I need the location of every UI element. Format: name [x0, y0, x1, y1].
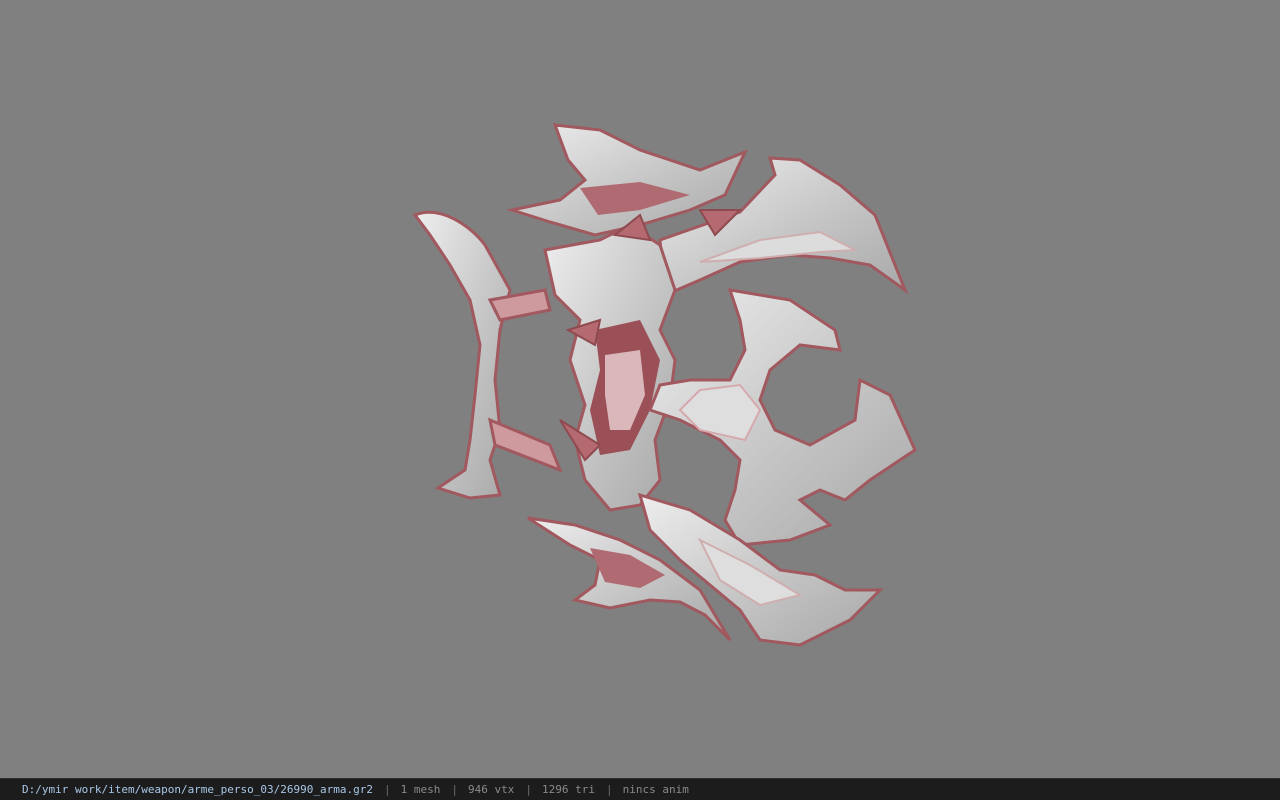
triangle-count-label: 1296 tri — [541, 783, 595, 796]
vertex-count-label: 946 vtx — [468, 783, 515, 796]
status-bar: D:/ymir work/item/weapon/arme_perso_03/2… — [0, 778, 1280, 800]
file-path-label: D:/ymir work/item/weapon/arme_perso_03/2… — [22, 783, 373, 796]
animation-status-label: nincs anim — [622, 783, 689, 796]
weapon-model — [412, 123, 917, 647]
mesh-count-label: 1 mesh — [400, 783, 441, 796]
status-separator: | — [605, 783, 613, 796]
central-core — [543, 223, 677, 512]
right-ring-blade — [648, 288, 917, 547]
status-separator: | — [384, 783, 391, 796]
status-separator: | — [451, 783, 458, 796]
left-handle — [412, 210, 563, 500]
status-separator: | — [525, 783, 532, 796]
3d-viewport[interactable] — [0, 0, 1280, 778]
